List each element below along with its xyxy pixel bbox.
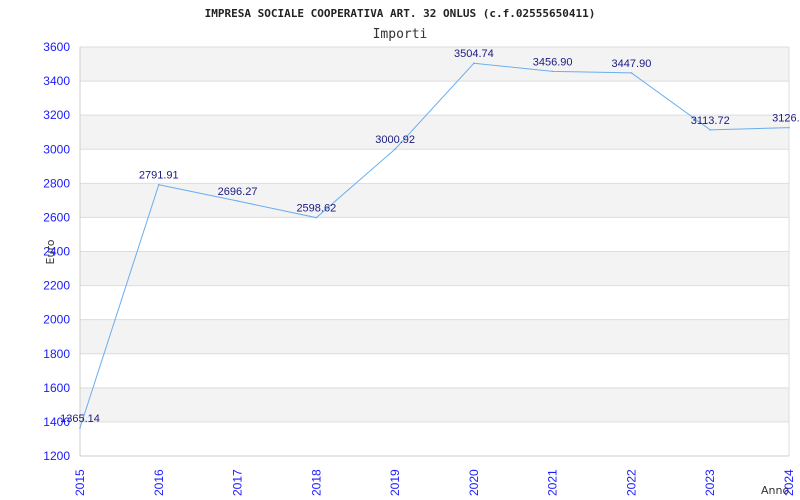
data-label: 3504.74 [454,48,494,60]
data-label: 2696.27 [218,186,258,198]
data-point [788,126,790,129]
grid-band [80,115,789,150]
line-chart: IMPRESA SOCIALE COOPERATIVA ART. 32 ONLU… [43,7,800,497]
grid-band [80,251,789,286]
x-tick-label: 2022 [624,469,638,496]
data-label: 3000.92 [375,134,415,146]
x-tick-label: 2015 [73,469,87,496]
data-point [473,62,475,65]
data-label: 2791.91 [139,170,179,182]
data-point [551,70,554,73]
grid-band [80,47,789,82]
y-tick-label: 2800 [43,176,70,190]
x-tick-label: 2019 [388,469,402,496]
data-point [79,427,81,429]
y-tick-label: 3000 [43,142,70,156]
y-tick-label: 3600 [43,40,70,54]
x-tick-label: 2021 [546,469,560,496]
grid-band [80,319,789,354]
data-label: 3113.72 [691,115,730,127]
x-axis-label: Anno [761,484,789,497]
data-point [236,200,239,202]
data-point [630,72,633,74]
data-label: 1365.14 [60,413,100,425]
y-axis-label: Euro [44,239,57,264]
data-point [157,183,160,186]
y-tick-label: 3400 [43,74,70,88]
x-tick-label: 2016 [152,469,166,496]
y-tick-label: 2200 [43,279,70,293]
data-point [315,216,318,219]
y-tick-label: 1800 [43,347,70,361]
x-tick-label: 2023 [703,469,717,496]
grid-band [80,387,789,422]
y-tick-label: 2000 [43,313,70,327]
x-tick-label: 2017 [231,469,245,496]
grid-band [80,183,789,218]
y-tick-label: 1600 [43,381,70,395]
data-label: 3447.90 [612,58,652,70]
chart-subtitle: Importi [373,27,428,42]
data-label: 3126.6 [772,113,800,125]
x-tick-label: 2020 [467,469,481,496]
data-point [709,129,712,131]
y-tick-label: 3200 [43,108,70,122]
y-tick-label: 1200 [43,449,70,463]
data-label: 3456.90 [533,56,573,68]
chart-title: IMPRESA SOCIALE COOPERATIVA ART. 32 ONLU… [205,7,596,20]
x-tick-label: 2018 [309,469,323,496]
y-tick-label: 2600 [43,210,70,224]
data-point [394,148,396,150]
data-label: 2598.62 [296,203,336,215]
